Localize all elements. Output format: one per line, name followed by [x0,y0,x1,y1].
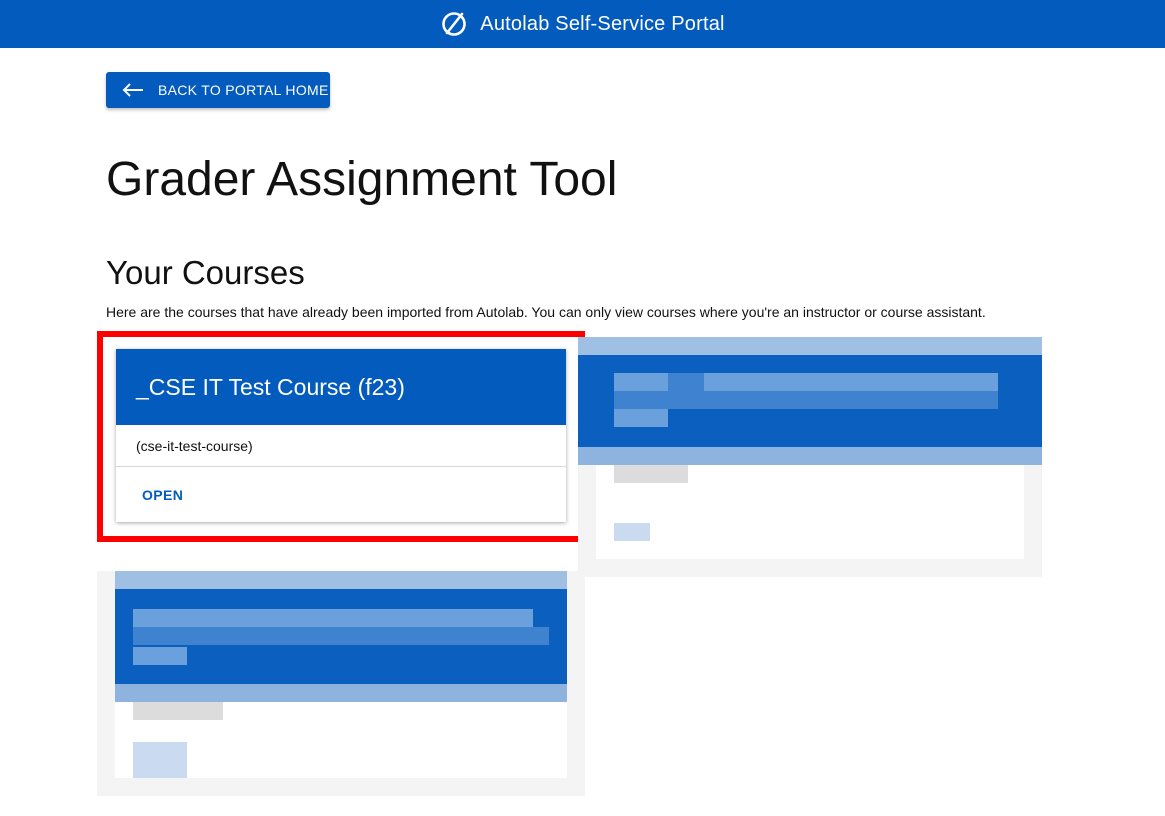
open-course-button[interactable]: OPEN [142,487,183,503]
top-app-bar: Autolab Self-Service Portal [0,0,1165,48]
course-card-title: _CSE IT Test Course (f23) [116,349,566,425]
section-description: Here are the courses that have already b… [106,304,986,320]
blurred-course-card[interactable] [97,571,585,796]
section-title: Your Courses [106,254,305,291]
page-title: Grader Assignment Tool [106,153,618,206]
course-card-slug: (cse-it-test-course) [116,425,566,467]
back-to-portal-home-button[interactable]: BACK TO PORTAL HOME [106,72,330,108]
app-title: Autolab Self-Service Portal [480,12,725,35]
arrow-left-icon [122,83,144,97]
course-card-actions: OPEN [116,467,566,522]
back-button-label: BACK TO PORTAL HOME [158,82,329,98]
blurred-course-card[interactable] [578,337,1042,577]
slashed-circle-icon [440,10,468,38]
course-card: _CSE IT Test Course (f23) (cse-it-test-c… [116,349,566,522]
